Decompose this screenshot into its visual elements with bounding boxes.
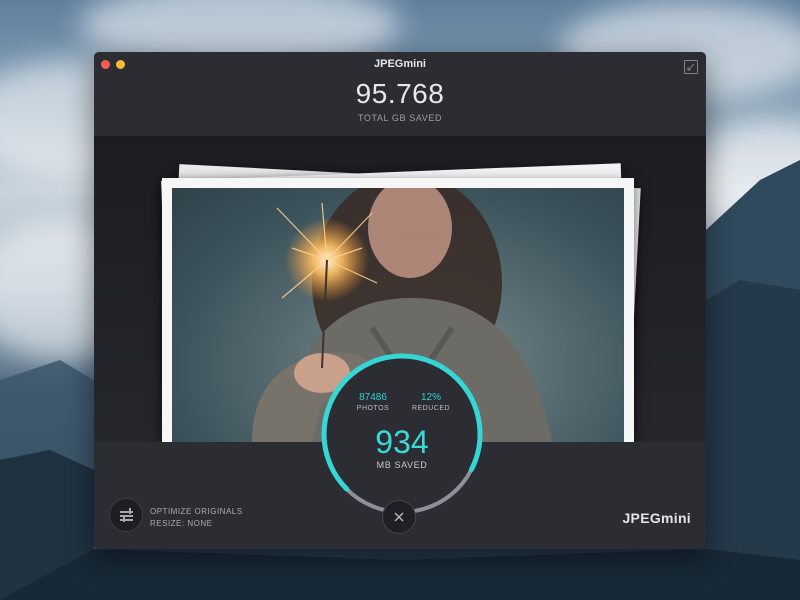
total-saved-value: 95.768 bbox=[355, 78, 445, 109]
reduced-value: 12% bbox=[420, 392, 441, 403]
resize-option-text: RESIZE: NONE bbox=[150, 519, 213, 528]
reduced-stat: 12% REDUCED bbox=[406, 392, 456, 412]
progress-gauge: 87486 PHOTOS 12% REDUCED 934 MB SAVED bbox=[318, 350, 486, 518]
photos-value: 87486 bbox=[359, 392, 387, 403]
mb-saved-value: 934 bbox=[375, 424, 429, 460]
optimize-option-text: OPTIMIZE ORIGINALS bbox=[150, 507, 243, 516]
photos-label: PHOTOS bbox=[356, 405, 390, 412]
window-title: JPEGmini bbox=[374, 58, 426, 70]
reduced-label: REDUCED bbox=[411, 405, 451, 412]
photos-stat: 87486 PHOTOS bbox=[348, 392, 398, 412]
shrink-icon[interactable] bbox=[684, 60, 698, 74]
total-saved-label: TOTAL GB SAVED bbox=[357, 113, 443, 123]
brand-logo: JPEGmini bbox=[622, 510, 691, 526]
settings-button[interactable] bbox=[109, 498, 143, 532]
app-window: JPEGmini 95.768 TOTAL GB SAVED OPTIMIZE … bbox=[94, 52, 706, 549]
cancel-button[interactable] bbox=[382, 500, 416, 534]
title-bar: JPEGmini 95.768 TOTAL GB SAVED bbox=[94, 52, 706, 136]
mb-saved-label: MB SAVED bbox=[376, 460, 428, 470]
close-icon bbox=[394, 512, 404, 522]
